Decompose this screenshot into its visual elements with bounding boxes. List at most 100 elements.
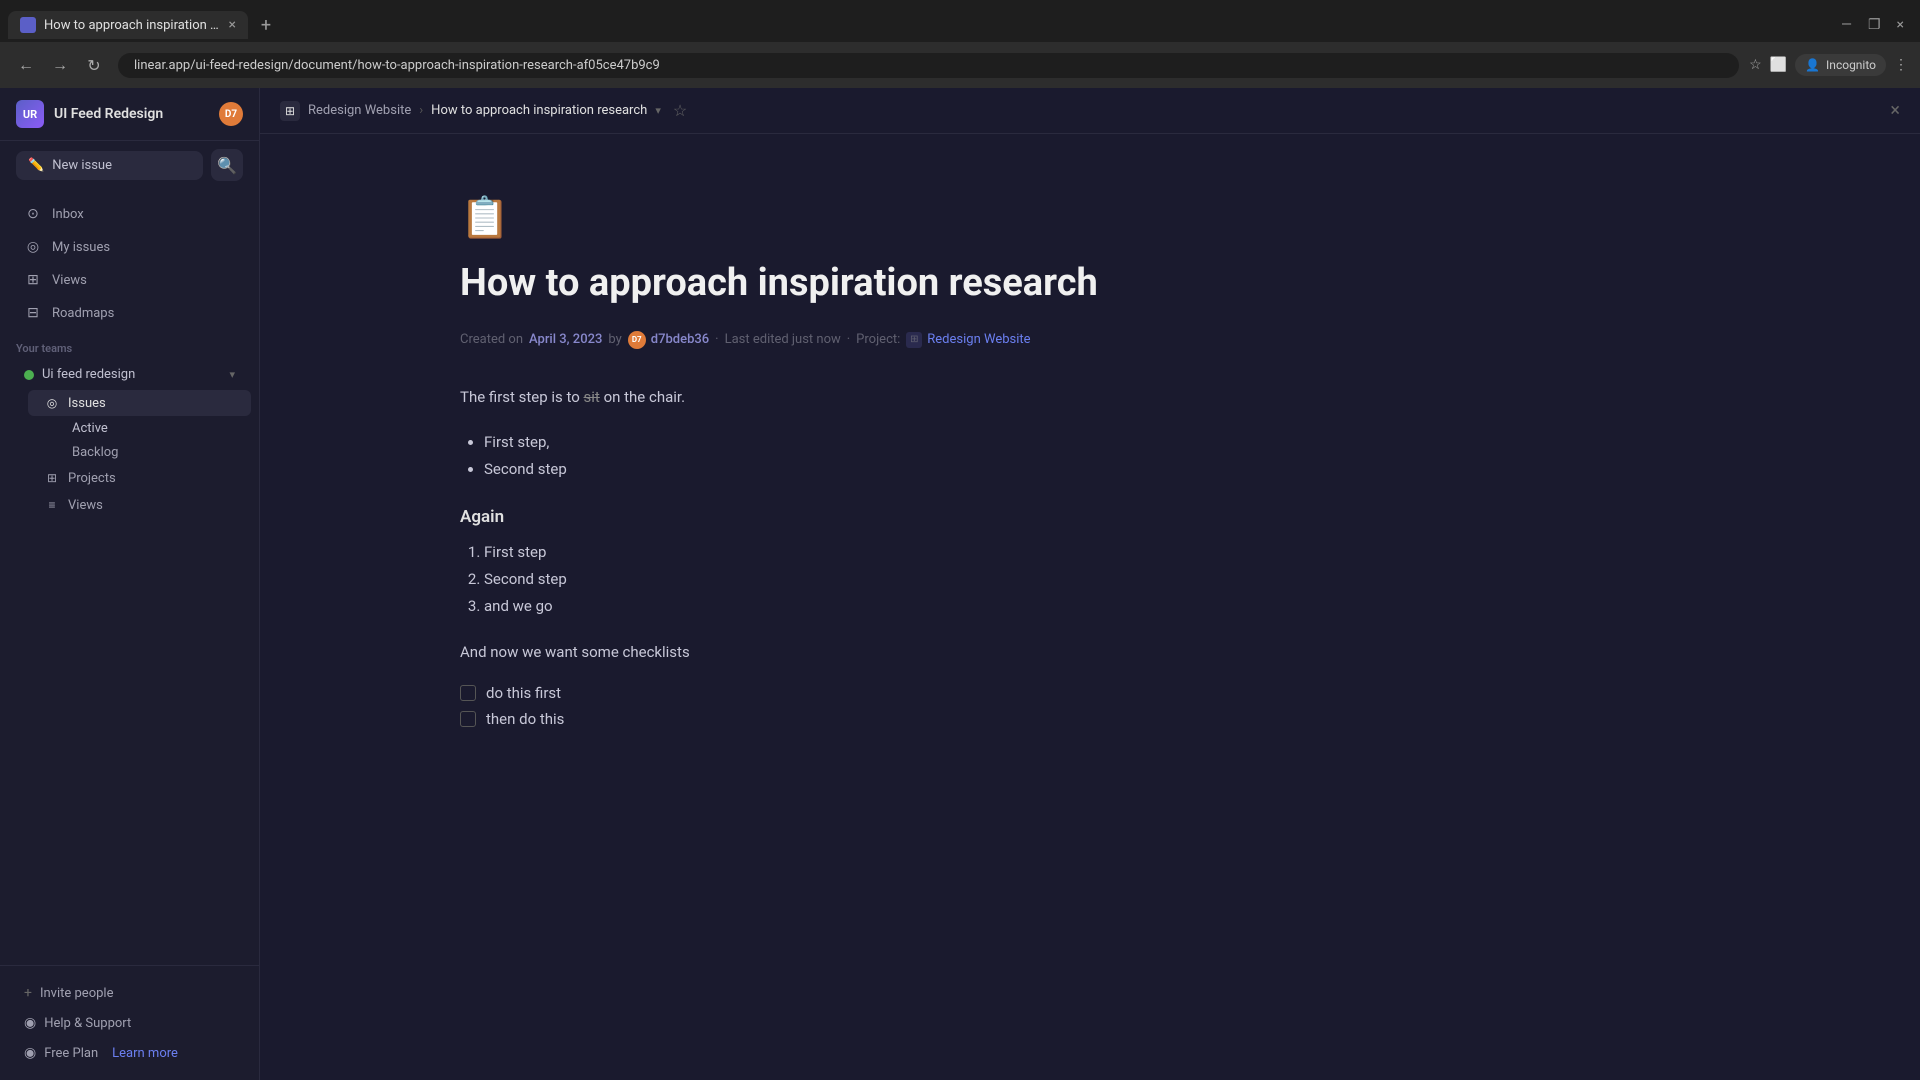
views-icon: ⊞ — [24, 271, 42, 289]
project-info: ⊞ Redesign Website — [906, 332, 1030, 348]
team-expand-chevron: ▾ — [229, 368, 235, 381]
checklist-heading: And now we want some checklists — [460, 640, 1140, 664]
project-link[interactable]: Redesign Website — [927, 332, 1030, 347]
active-tab[interactable]: How to approach inspiration res... × — [8, 11, 248, 39]
app-layout: UR UI Feed Redesign D7 ✏️ New issue 🔍 ⊙ … — [0, 88, 1920, 1080]
search-button[interactable]: 🔍 — [211, 149, 243, 181]
address-actions: ☆ ⬜ 👤 Incognito ⋮ — [1749, 54, 1908, 76]
team-name: Ui feed redesign — [42, 367, 135, 382]
bookmark-icon[interactable]: ☆ — [1749, 57, 1762, 73]
help-icon: ◉ — [24, 1015, 36, 1031]
minimize-button[interactable]: — — [1841, 17, 1852, 33]
author-info: D7 d7bdeb36 — [628, 331, 709, 349]
free-plan-item[interactable]: ◉ Free Plan Learn more — [8, 1038, 251, 1068]
team-views-label: Views — [68, 498, 103, 513]
backlog-label: Backlog — [72, 445, 118, 460]
new-issue-label: New issue — [52, 158, 112, 173]
sidebar-item-active[interactable]: Active — [28, 417, 251, 440]
ordered-item-1: First step — [484, 539, 1140, 566]
new-issue-icon: ✏️ — [28, 158, 44, 173]
back-button[interactable]: ← — [12, 51, 40, 79]
sidebar-item-team-views[interactable]: ≡ Views — [28, 492, 251, 518]
author-avatar: D7 — [628, 331, 646, 349]
forward-button[interactable]: → — [46, 51, 74, 79]
sidebar-actions: ✏️ New issue 🔍 — [0, 141, 259, 189]
strikethrough-text: sit — [584, 388, 600, 406]
breadcrumb-dropdown-chevron[interactable]: ▾ — [655, 104, 661, 117]
sidebar-item-inbox[interactable]: ⊙ Inbox — [8, 198, 251, 230]
checklist-item-1[interactable]: do this first — [460, 684, 1140, 702]
section-heading-again: Again — [460, 507, 1140, 527]
meta-separator-1: · — [715, 332, 718, 347]
checkbox-1[interactable] — [460, 685, 476, 701]
doc-header-project-icon: ⊞ — [280, 101, 300, 121]
checklist-item-2[interactable]: then do this — [460, 710, 1140, 728]
created-date: April 3, 2023 — [529, 332, 602, 347]
url-text: linear.app/ui-feed-redesign/document/how… — [134, 58, 660, 73]
ordered-item-3: and we go — [484, 593, 1140, 620]
by-label: by — [608, 332, 621, 347]
breadcrumb-parent[interactable]: Redesign Website — [308, 103, 411, 118]
projects-icon: ⊞ — [44, 470, 60, 486]
help-support-button[interactable]: ◉ Help & Support — [8, 1008, 251, 1038]
author-handle: d7bdeb36 — [651, 332, 709, 347]
document-star-button[interactable]: ☆ — [673, 101, 687, 120]
team-sub-nav: ◎ Issues Active Backlog ⊞ Projects ≡ Vie… — [20, 390, 259, 518]
invite-people-button[interactable]: + Invite people — [8, 978, 251, 1008]
url-bar[interactable]: linear.app/ui-feed-redesign/document/how… — [118, 53, 1739, 78]
workspace-name: UI Feed Redesign — [54, 106, 209, 122]
sidebar-item-views[interactable]: ⊞ Views — [8, 264, 251, 296]
new-tab-button[interactable]: + — [252, 11, 280, 39]
learn-more-link[interactable]: Learn more — [112, 1046, 178, 1061]
sidebar-nav: ⊙ Inbox ◎ My issues ⊞ Views ⊟ Roadmaps Y… — [0, 189, 259, 527]
tab-close-button[interactable]: × — [229, 17, 236, 33]
checkbox-2[interactable] — [460, 711, 476, 727]
tab-favicon — [20, 17, 36, 33]
sidebar-item-roadmaps[interactable]: ⊟ Roadmaps — [8, 297, 251, 329]
workspace-header[interactable]: UR UI Feed Redesign D7 — [0, 88, 259, 141]
bullet-item-2: Second step — [484, 456, 1140, 483]
document-close-button[interactable]: × — [1890, 100, 1900, 121]
project-label: Project: — [856, 332, 900, 347]
issues-icon: ◎ — [44, 395, 60, 411]
browser-chrome: How to approach inspiration res... × + —… — [0, 0, 1920, 88]
invite-icon: + — [24, 985, 32, 1001]
maximize-button[interactable]: ❐ — [1868, 17, 1881, 33]
breadcrumb-separator: › — [419, 103, 423, 118]
browser-more-button[interactable]: ⋮ — [1894, 57, 1908, 73]
tab-controls: — ❐ × — [1841, 17, 1912, 33]
sidebar: UR UI Feed Redesign D7 ✏️ New issue 🔍 ⊙ … — [0, 88, 260, 1080]
workspace-avatar: UR — [16, 100, 44, 128]
my-issues-label: My issues — [52, 240, 110, 255]
free-plan-label: Free Plan — [44, 1046, 98, 1061]
user-avatar[interactable]: D7 — [219, 102, 243, 126]
sidebar-item-backlog[interactable]: Backlog — [28, 441, 251, 464]
team-item-ui-feed[interactable]: Ui feed redesign ▾ — [8, 360, 251, 389]
reload-button[interactable]: ↻ — [80, 51, 108, 79]
projects-label: Projects — [68, 471, 116, 486]
sidebar-item-issues[interactable]: ◎ Issues — [28, 390, 251, 416]
window-close-button[interactable]: × — [1897, 17, 1904, 33]
team-status-dot — [24, 370, 34, 380]
breadcrumb-current: How to approach inspiration research — [431, 103, 647, 118]
bullet-list: First step, Second step — [484, 429, 1140, 483]
incognito-button[interactable]: 👤 Incognito — [1795, 54, 1886, 76]
issues-label: Issues — [68, 396, 106, 411]
extensions-icon[interactable]: ⬜ — [1770, 57, 1787, 73]
incognito-icon: 👤 — [1805, 58, 1820, 72]
document-header: ⊞ Redesign Website › How to approach ins… — [260, 88, 1920, 134]
new-issue-button[interactable]: ✏️ New issue — [16, 151, 203, 180]
project-icon: ⊞ — [906, 332, 922, 348]
roadmaps-icon: ⊟ — [24, 304, 42, 322]
tab-title: How to approach inspiration res... — [44, 18, 221, 33]
ordered-list: First step Second step and we go — [484, 539, 1140, 620]
address-bar: ← → ↻ linear.app/ui-feed-redesign/docume… — [0, 42, 1920, 88]
intro-paragraph: The first step is to sit on the chair. — [460, 385, 1140, 409]
help-label: Help & Support — [44, 1016, 131, 1031]
sidebar-item-my-issues[interactable]: ◎ My issues — [8, 231, 251, 263]
ordered-item-2: Second step — [484, 566, 1140, 593]
inbox-label: Inbox — [52, 207, 84, 222]
nav-buttons: ← → ↻ — [12, 51, 108, 79]
inbox-icon: ⊙ — [24, 205, 42, 223]
sidebar-item-projects[interactable]: ⊞ Projects — [28, 465, 251, 491]
